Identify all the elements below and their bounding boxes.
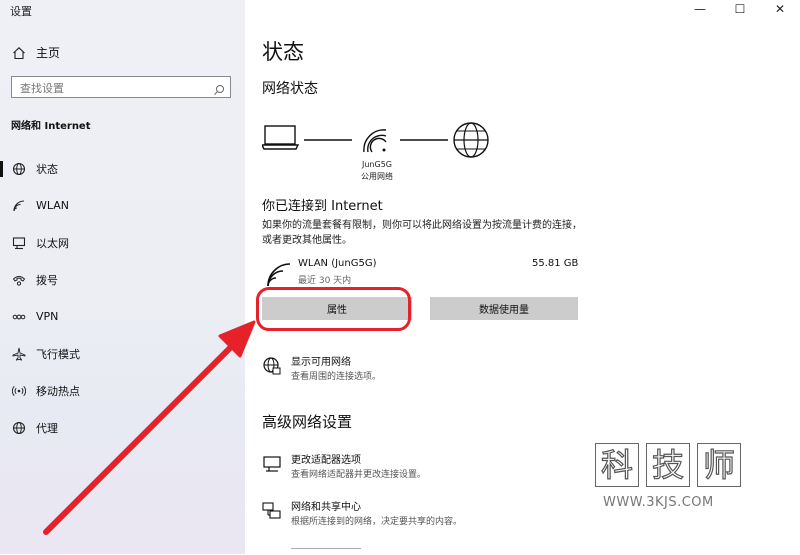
sidebar-item-label: 以太网: [36, 236, 69, 250]
sidebar-item-label: 移动热点: [36, 384, 80, 398]
globe-network-icon: [262, 356, 282, 376]
sidebar-item-hotspot[interactable]: 移动热点: [0, 372, 245, 409]
watermark-char: 技: [646, 443, 690, 487]
watermark-url: WWW.3KJS.COM: [603, 495, 714, 510]
adapter-options-desc: 查看网络适配器并更改连接设置。: [291, 470, 427, 480]
network-caption: JunG5G 公用网络: [360, 159, 394, 183]
watermark-logo: 科 技 师: [595, 443, 748, 487]
nav-list: 状态 WLAN 以太网 拨号 VPN 飞行模式 移动热点 代理: [0, 150, 245, 446]
nav-home[interactable]: 主页: [12, 44, 60, 61]
show-networks-desc: 查看周围的连接选项。: [291, 372, 382, 382]
sharing-center-title: 网络和共享中心: [291, 502, 361, 513]
wifi-signal-icon: [363, 129, 387, 153]
laptop-icon: [262, 125, 300, 150]
home-icon: [12, 46, 26, 60]
show-networks-link[interactable]: 显示可用网络 查看周围的连接选项。: [262, 356, 381, 384]
data-usage-button[interactable]: 数据使用量: [430, 297, 578, 320]
sidebar-item-label: VPN: [36, 310, 59, 323]
sidebar-item-label: 飞行模式: [36, 347, 80, 361]
sidebar-item-status[interactable]: 状态: [0, 150, 245, 187]
window-title: 设置: [10, 5, 32, 18]
wifi-icon: [12, 199, 26, 213]
sharing-center-link[interactable]: 网络和共享中心 根据所连接到的网络，决定要共享的内容。: [262, 501, 462, 529]
dialup-icon: [12, 273, 26, 287]
show-networks-title: 显示可用网络: [291, 357, 351, 368]
sidebar-item-airplane[interactable]: 飞行模式: [0, 335, 245, 372]
adapter-icon: [262, 454, 282, 474]
connection-period: 最近 30 天内: [298, 276, 352, 286]
vpn-icon: [12, 310, 26, 324]
sidebar-item-label: 状态: [36, 162, 58, 176]
connected-description: 如果你的流量套餐有限制，则你可以将此网络设置为按流量计费的连接，或者更改其他属性…: [262, 220, 582, 246]
properties-button[interactable]: 属性: [262, 297, 412, 320]
sidebar-item-dialup[interactable]: 拨号: [0, 261, 245, 298]
adapter-options-title: 更改适配器选项: [291, 455, 361, 466]
sidebar-item-wlan[interactable]: WLAN: [0, 187, 245, 224]
search-input[interactable]: [18, 78, 202, 99]
network-status-heading: 网络状态: [262, 81, 318, 97]
sidebar-item-label: 拨号: [36, 273, 58, 287]
sharing-center-desc: 根据所连接到的网络，决定要共享的内容。: [291, 517, 463, 527]
search-icon[interactable]: [213, 81, 225, 95]
network-type: 公用网络: [361, 172, 393, 181]
search-box[interactable]: [11, 76, 231, 99]
connected-title: 你已连接到 Internet: [262, 199, 383, 214]
sidebar-item-vpn[interactable]: VPN: [0, 298, 245, 335]
advanced-settings-heading: 高级网络设置: [262, 413, 353, 431]
page-title: 状态: [262, 40, 304, 64]
sidebar-item-label: WLAN: [36, 199, 70, 212]
hotspot-icon: [12, 384, 26, 398]
sidebar-item-ethernet[interactable]: 以太网: [0, 224, 245, 261]
internet-globe-icon: [453, 122, 489, 158]
sidebar: 设置 主页 网络和 Internet 状态 WLAN: [0, 0, 245, 554]
section-label: 网络和 Internet: [11, 121, 91, 132]
sidebar-item-label: 代理: [36, 421, 58, 435]
ethernet-icon: [12, 236, 26, 250]
globe-icon: [12, 421, 26, 435]
globe-status-icon: [12, 162, 26, 176]
network-name: JunG5G: [362, 160, 392, 169]
watermark-char: 科: [595, 443, 639, 487]
sidebar-item-proxy[interactable]: 代理: [0, 409, 245, 446]
sharing-center-icon: [262, 501, 282, 521]
adapter-options-link[interactable]: 更改适配器选项 查看网络适配器并更改连接设置。: [262, 454, 426, 482]
nav-home-label: 主页: [36, 46, 61, 60]
airplane-icon: [12, 347, 26, 361]
connection-name: WLAN (JunG5G): [298, 258, 377, 269]
connection-usage: 55.81 GB: [532, 258, 579, 269]
watermark-char: 师: [697, 443, 741, 487]
watermark: 科 技 师 WWW.3KJS.COM: [595, 443, 755, 518]
wifi-connection-icon: [267, 263, 291, 287]
